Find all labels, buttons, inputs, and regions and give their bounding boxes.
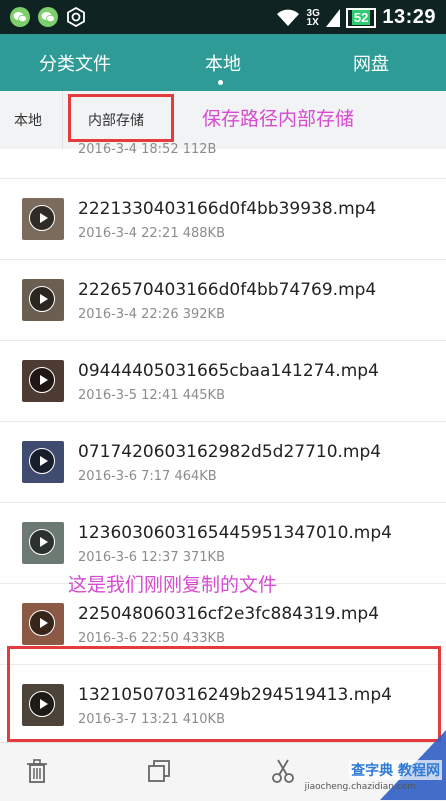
play-icon (29, 367, 55, 393)
play-icon (29, 610, 55, 636)
play-icon (29, 529, 55, 555)
file-row[interactable]: 2221330403166d0f4bb39938.mp4 2016-3-4 22… (0, 178, 446, 259)
file-meta: 2016-3-6 7:17 464KB (78, 469, 217, 484)
file-name: 0717420603162982d5d27710.mp4 (78, 442, 382, 462)
active-tab-indicator (218, 80, 223, 85)
video-thumbnail (22, 522, 64, 564)
file-name: 1236030603165445951347010.mp4 (78, 523, 392, 543)
video-thumbnail (22, 441, 64, 483)
trash-icon[interactable] (22, 756, 52, 786)
file-row[interactable]: 0717420603162982d5d27710.mp4 2016-3-6 7:… (0, 421, 446, 502)
copy-icon[interactable] (144, 756, 174, 786)
file-meta: 2016-3-6 12:37 371KB (78, 550, 225, 565)
highlight-box (7, 646, 441, 742)
video-thumbnail (22, 360, 64, 402)
file-meta: 2016-3-4 22:21 488KB (78, 226, 225, 241)
watermark-text: 查字典 教程网 (349, 760, 442, 780)
wechat-icon (10, 7, 30, 27)
file-name: 2226570403166d0f4bb74769.mp4 (78, 280, 377, 300)
file-meta: 2016-3-4 18:52 112B (78, 142, 217, 157)
file-row[interactable]: 09444405031665cbaa141274.mp4 2016-3-5 12… (0, 340, 446, 421)
file-meta: 2016-3-5 12:41 445KB (78, 388, 225, 403)
copied-annotation: 这是我们刚刚复制的文件 (68, 574, 278, 596)
file-meta: 2016-3-6 22:50 433KB (78, 631, 225, 646)
file-name: 225048060316cf2e3fc884319.mp4 (78, 604, 380, 624)
tab-local[interactable]: 本地 (150, 34, 296, 91)
signal-label: 3G 1X (306, 7, 320, 28)
clock: 13:29 (382, 6, 436, 28)
play-icon (29, 286, 55, 312)
highlight-box (68, 94, 174, 142)
play-icon (29, 205, 55, 231)
tab-categories[interactable]: 分类文件 (0, 34, 150, 91)
watermark-url: jiaocheng.chazidian.com (304, 782, 416, 792)
cut-icon[interactable] (268, 756, 298, 786)
file-name: 09444405031665cbaa141274.mp4 (78, 361, 379, 381)
cell-signal-icon (325, 8, 340, 27)
file-row[interactable]: 2226570403166d0f4bb74769.mp4 2016-3-4 22… (0, 259, 446, 340)
wifi-icon (276, 9, 299, 26)
status-bar: 3G 1X 52 13:29 (0, 0, 446, 34)
breadcrumb-divider (62, 91, 63, 149)
video-thumbnail (22, 279, 64, 321)
breadcrumb-root[interactable]: 本地 (14, 91, 42, 149)
tab-bar: 分类文件 本地 网盘 (0, 34, 446, 91)
path-annotation: 保存路径内部存储 (202, 108, 355, 130)
file-meta: 2016-3-4 22:26 392KB (78, 307, 225, 322)
file-name: 2221330403166d0f4bb39938.mp4 (78, 199, 377, 219)
battery-indicator: 52 (345, 7, 377, 28)
video-thumbnail (22, 603, 64, 645)
settings-hex-icon (67, 7, 85, 27)
tab-cloud[interactable]: 网盘 (296, 34, 446, 91)
wechat-icon (38, 7, 58, 27)
play-icon (29, 448, 55, 474)
video-thumbnail (22, 198, 64, 240)
